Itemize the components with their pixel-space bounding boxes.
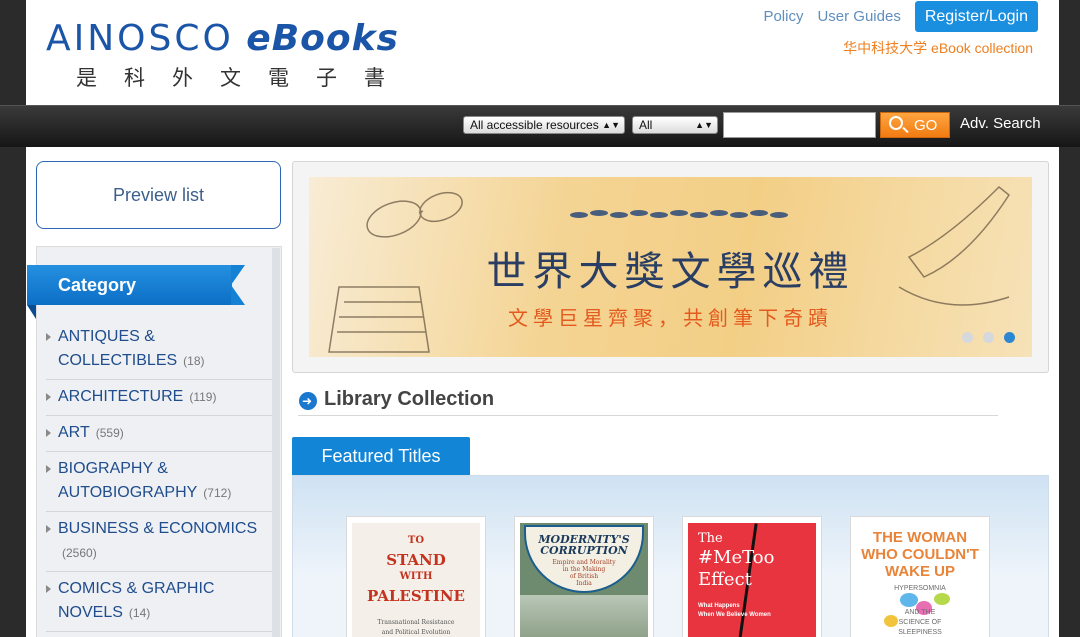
- caret-right-icon: [46, 465, 51, 473]
- library-collection-title: Library Collection: [324, 388, 495, 410]
- category-item-architecture[interactable]: ARCHITECTURE (119): [46, 385, 272, 416]
- caret-right-icon: [46, 429, 51, 437]
- top-links: Policy User Guides Register/Login: [763, 0, 1038, 32]
- category-item-business[interactable]: BUSINESS & ECONOMICS (2560): [46, 517, 272, 572]
- carousel-dot-active[interactable]: [1004, 332, 1015, 343]
- scope-select[interactable]: All accessible resources ▲▼: [463, 116, 625, 134]
- category-count: (119): [189, 390, 217, 404]
- category-scrollbar[interactable]: [272, 248, 280, 637]
- search-input[interactable]: [723, 112, 876, 138]
- book-cover: TO STAND WITH PALESTINE Transnational Re…: [352, 523, 480, 637]
- book-card[interactable]: MODERNITY'S CORRUPTION Empire and Morali…: [514, 516, 654, 637]
- category-item-biography[interactable]: BIOGRAPHY & AUTOBIOGRAPHY (712): [46, 457, 272, 512]
- book-cover: THE WOMAN WHO COULDN'T WAKE UP HYPERSOMN…: [856, 523, 984, 637]
- field-select[interactable]: All ▲▼: [632, 116, 718, 134]
- go-button[interactable]: GO: [880, 112, 950, 138]
- user-guides-link[interactable]: User Guides: [817, 8, 900, 25]
- category-count: (18): [183, 354, 205, 368]
- search-icon: [889, 116, 903, 130]
- banner-slide[interactable]: 世界大獎文學巡禮 文學巨星齊聚，共創筆下奇蹟: [309, 177, 1032, 357]
- register-login-button[interactable]: Register/Login: [914, 0, 1038, 32]
- category-count: (559): [95, 426, 124, 440]
- caret-right-icon: [46, 585, 51, 593]
- caret-right-icon: [46, 393, 51, 401]
- category-count: (2560): [62, 546, 97, 560]
- library-collection-header: Library Collection: [298, 386, 998, 416]
- logo-wordmark: AINOSCO eBooks: [46, 18, 399, 59]
- preview-list-button[interactable]: Preview list: [36, 161, 281, 229]
- category-item-comics[interactable]: COMICS & GRAPHIC NOVELS (14): [46, 577, 272, 632]
- policy-link[interactable]: Policy: [763, 8, 803, 25]
- arrow-right-circle-icon: [299, 392, 317, 410]
- book-card[interactable]: TO STAND WITH PALESTINE Transnational Re…: [346, 516, 486, 637]
- book-cover: MODERNITY'S CORRUPTION Empire and Morali…: [520, 523, 648, 637]
- book-cover: The #MeToo Effect What Happens When We B…: [688, 523, 816, 637]
- category-count: (14): [128, 606, 151, 620]
- ainosco-logo[interactable]: AINOSCO eBooks 是科外文電子書: [46, 18, 399, 90]
- select-arrows-icon: ▲▼: [602, 120, 620, 130]
- caret-right-icon: [46, 525, 51, 533]
- caret-right-icon: [46, 333, 51, 341]
- category-title: Category: [58, 275, 137, 295]
- banner-title: 世界大獎文學巡禮: [486, 249, 855, 295]
- category-item-antiques[interactable]: ANTIQUES & COLLECTIBLES (18): [46, 325, 272, 380]
- category-count: (712): [203, 486, 232, 500]
- select-arrows-icon: ▲▼: [695, 120, 713, 130]
- banner-subtitle: 文學巨星齊聚，共創筆下奇蹟: [508, 306, 833, 330]
- field-select-value: All: [639, 118, 653, 132]
- carousel-dot[interactable]: [962, 332, 973, 343]
- go-label: GO: [914, 117, 938, 134]
- tab-featured-titles[interactable]: Featured Titles: [292, 437, 470, 475]
- advanced-search-link[interactable]: Adv. Search: [960, 115, 1041, 132]
- book-card[interactable]: THE WOMAN WHO COULDN'T WAKE UP HYPERSOMN…: [850, 516, 990, 637]
- carousel-dot[interactable]: [983, 332, 994, 343]
- collection-note: 华中科技大学 eBook collection: [843, 40, 1033, 56]
- carousel-dots: [962, 332, 1015, 343]
- book-card[interactable]: The #MeToo Effect What Happens When We B…: [682, 516, 822, 637]
- category-header: Category: [27, 265, 245, 319]
- logo-chinese-subtitle: 是科外文電子書: [76, 66, 412, 90]
- category-item-art[interactable]: ART (559): [46, 421, 272, 452]
- scope-select-value: All accessible resources: [470, 118, 599, 132]
